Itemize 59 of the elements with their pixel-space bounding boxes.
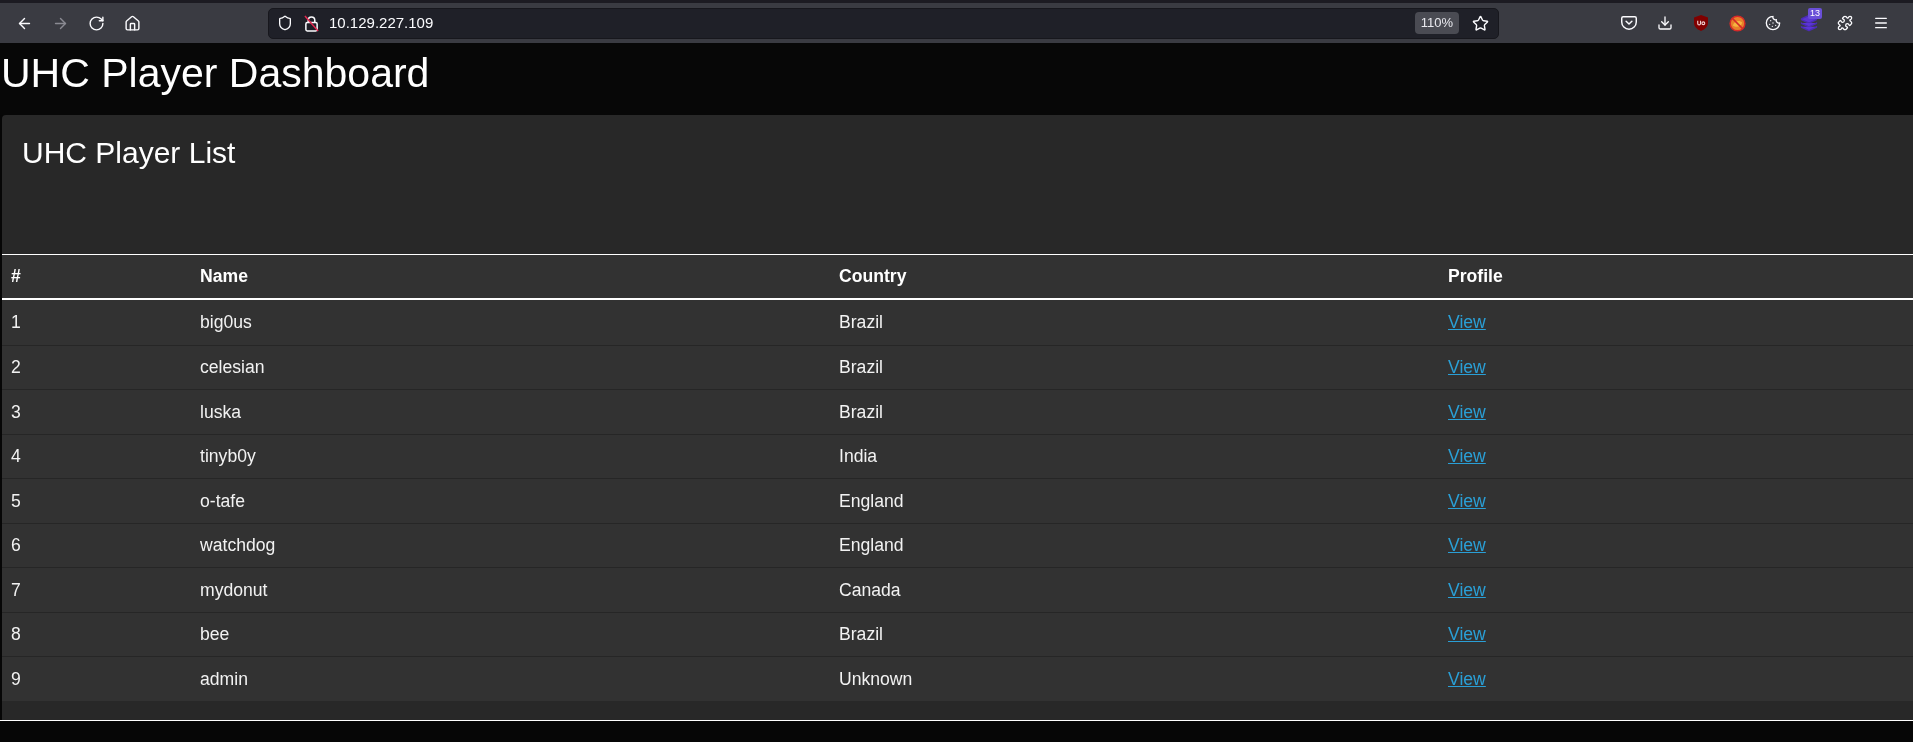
column-heading: Country: [839, 266, 907, 287]
reload-icon: [87, 14, 105, 32]
player-rank: 4: [11, 446, 21, 467]
count-badge: 13: [1808, 8, 1822, 19]
menu-icon: [1873, 15, 1889, 31]
player-rank: 9: [11, 668, 21, 689]
view-profile-link[interactable]: View: [1448, 579, 1486, 600]
player-name: tinyb0y: [200, 446, 256, 467]
zoom-level-button[interactable]: 110%: [1414, 12, 1459, 34]
player-name: mydonut: [200, 579, 268, 600]
player-rank: 1: [11, 312, 21, 333]
view-profile-link[interactable]: View: [1448, 312, 1486, 333]
country-name: England: [839, 490, 904, 511]
player-rank: 8: [11, 624, 21, 645]
view-profile-link[interactable]: View: [1448, 624, 1486, 645]
url-text: 10.129.227.109: [329, 12, 434, 33]
view-profile-link[interactable]: View: [1448, 446, 1486, 467]
player-name: celesian: [200, 357, 265, 378]
shield-icon: [1694, 15, 1708, 31]
player-rank: 6: [11, 535, 21, 556]
column-heading: Profile: [1448, 266, 1503, 287]
player-rank: 2: [11, 357, 21, 378]
star-icon: [1471, 14, 1489, 32]
country-name: Brazil: [839, 624, 883, 645]
country-name: India: [839, 446, 878, 467]
column-heading: Name: [200, 266, 248, 287]
puzzle-icon: [1837, 15, 1853, 31]
view-profile-link[interactable]: View: [1448, 357, 1486, 378]
country-name: Unknown: [839, 668, 913, 689]
shield-icon: [277, 15, 293, 31]
layers-extension-button[interactable]: 13: [1793, 7, 1825, 39]
player-rank: 7: [11, 579, 21, 600]
view-profile-link[interactable]: View: [1448, 401, 1486, 422]
country-name: Brazil: [839, 312, 883, 333]
player-name: o-tafe: [200, 490, 245, 511]
column-heading: #: [11, 266, 21, 287]
country-name: England: [839, 535, 904, 556]
home-icon: [123, 14, 141, 32]
player-name: admin: [200, 668, 248, 689]
view-profile-link[interactable]: View: [1448, 668, 1486, 689]
pocket-icon: [1621, 16, 1637, 30]
card-title: UHC Player List: [22, 135, 237, 171]
view-profile-link[interactable]: View: [1448, 490, 1486, 511]
download-icon: [1657, 15, 1673, 31]
insecure-lock-icon: [304, 14, 319, 32]
address-bar[interactable]: 10.129.227.109 110%: [268, 7, 1499, 39]
country-name: Brazil: [839, 357, 883, 378]
player-rank: 3: [11, 401, 21, 422]
player-name: bee: [200, 624, 230, 645]
country-name: Canada: [839, 579, 901, 600]
view-profile-link[interactable]: View: [1448, 535, 1486, 556]
cookie-icon: [1765, 15, 1781, 31]
player-name: watchdog: [200, 535, 276, 556]
page-title: UHC Player Dashboard: [0, 49, 431, 98]
prohibited-icon: [1728, 14, 1746, 32]
player-rank: 5: [11, 490, 21, 511]
player-name: luska: [200, 401, 242, 422]
player-name: big0us: [200, 312, 252, 333]
country-name: Brazil: [839, 401, 883, 422]
